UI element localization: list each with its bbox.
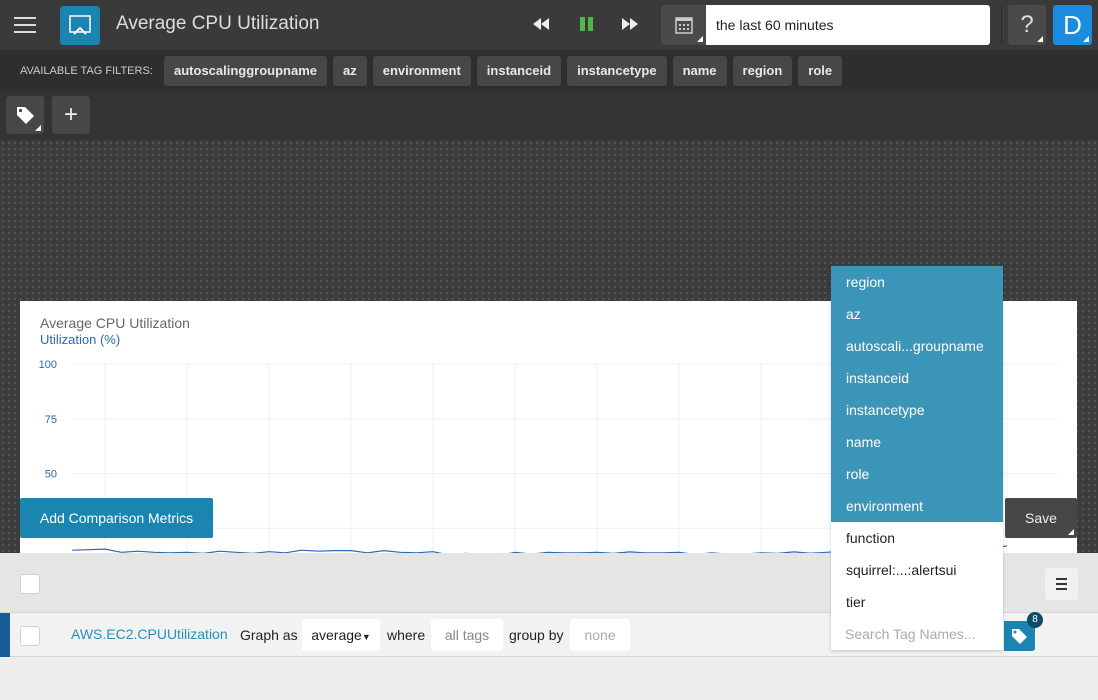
tag-chip[interactable]: az [333, 56, 367, 86]
select-all-checkbox[interactable] [20, 574, 40, 594]
tag-chip[interactable]: environment [372, 56, 471, 86]
save-label: Save [1025, 510, 1057, 526]
rewind-icon[interactable] [533, 14, 549, 39]
metric-name-link[interactable]: AWS.EC2.CPUUtilization [71, 626, 228, 642]
divider [1001, 6, 1002, 44]
menu-icon [1056, 578, 1067, 590]
tag-chip[interactable]: instancetype [567, 56, 667, 86]
dropdown-item[interactable]: tier [831, 586, 1003, 618]
calendar-button[interactable] [661, 5, 706, 45]
add-comparison-metrics-button[interactable]: Add Comparison Metrics [20, 498, 213, 538]
search-tag-names-input[interactable] [831, 618, 1003, 650]
dropdown-item[interactable]: environment [831, 490, 1003, 522]
tag-menu-button[interactable] [6, 96, 44, 134]
avatar: D [1063, 10, 1082, 40]
dropdown-item[interactable]: role [831, 458, 1003, 490]
aggregation-select[interactable]: average▼ [302, 619, 380, 651]
where-label: where [387, 627, 426, 643]
tag-chip[interactable]: instanceid [476, 56, 562, 86]
aggregation-value: average [311, 627, 362, 643]
metric-color-bar [0, 613, 10, 657]
where-input[interactable]: all tags [431, 619, 503, 651]
toolbar: + [0, 92, 1098, 140]
dropdown-item[interactable]: name [831, 426, 1003, 458]
time-range-input[interactable] [706, 5, 990, 45]
help-button[interactable]: ? [1008, 5, 1046, 45]
dropdown-item[interactable]: region [831, 266, 1003, 298]
tag-names-dropdown: region az autoscali...groupname instanceid i… [831, 266, 1003, 650]
tag-chip[interactable]: region [732, 56, 793, 86]
list-menu-button[interactable] [1045, 568, 1078, 600]
tag-filter-bar: AVAILABLE TAG FILTERS: autoscalinggroupn… [0, 50, 1098, 92]
tag-chip[interactable]: autoscalinggroupname [164, 56, 328, 86]
menu-icon[interactable] [14, 15, 36, 35]
metric-checkbox[interactable] [20, 626, 40, 646]
dropdown-item[interactable]: instancetype [831, 394, 1003, 426]
tag-count-badge: 8 [1027, 612, 1043, 628]
pause-icon[interactable] [580, 17, 593, 31]
y-tick-label: 50 [45, 469, 57, 481]
help-icon: ? [1020, 11, 1034, 38]
y-tick-label: 100 [39, 359, 57, 371]
tag-filters-label: AVAILABLE TAG FILTERS: [20, 65, 153, 77]
add-button[interactable]: + [52, 96, 90, 134]
dropdown-item[interactable]: squirrel:...:alertsui [831, 554, 1003, 586]
dashboard-logo-icon[interactable] [60, 6, 100, 45]
dropdown-item[interactable]: az [831, 298, 1003, 330]
dropdown-item[interactable]: autoscali...groupname [831, 330, 1003, 362]
y-tick-label: 75 [45, 414, 57, 426]
graph-as-label: Graph as [240, 627, 298, 643]
user-avatar-button[interactable]: D [1053, 5, 1092, 45]
group-by-label: group by [509, 627, 564, 643]
chart-title: Average CPU Utilization [40, 315, 190, 331]
tag-chip[interactable]: name [672, 56, 727, 86]
dropdown-item[interactable]: instanceid [831, 362, 1003, 394]
dropdown-item[interactable]: function [831, 522, 1003, 554]
chart-y-label: Utilization (%) [40, 332, 121, 347]
caret-down-icon: ▼ [361, 632, 371, 642]
top-bar: Average CPU Utilization ? D [0, 0, 1098, 50]
group-by-input[interactable]: none [570, 619, 630, 651]
fast-forward-icon[interactable] [622, 14, 638, 39]
page-title: Average CPU Utilization [116, 13, 320, 34]
save-button[interactable]: Save [1005, 498, 1077, 538]
tag-chip[interactable]: role [798, 56, 843, 86]
